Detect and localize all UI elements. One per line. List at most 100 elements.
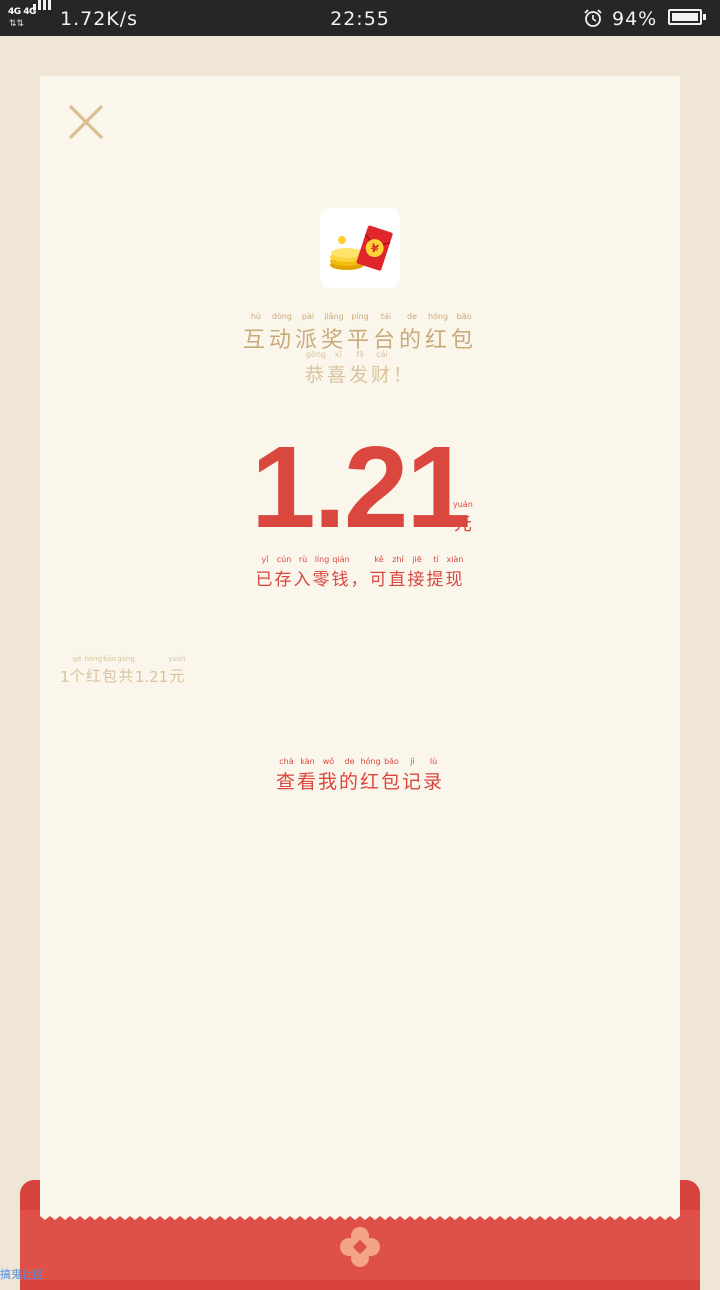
count-char: gè 个 [70, 655, 85, 686]
records-pinyin: wǒ [322, 757, 335, 766]
count-pinyin: yuán [168, 655, 186, 663]
alarm-icon [583, 8, 603, 32]
close-button[interactable] [65, 101, 107, 143]
records-char: de 的 [339, 757, 360, 794]
subtitle-glyph: ！ [393, 364, 416, 386]
title-char: jiǎng 奖 [321, 312, 347, 354]
amount-unit-pinyin: yuán [453, 500, 473, 509]
saved-glyph: 提 [426, 570, 446, 590]
battery-icon [668, 9, 706, 25]
saved-char: xiàn 现 [446, 555, 465, 590]
saved-char: tí 提 [427, 555, 446, 590]
subtitle-pinyin: gōng [305, 350, 327, 359]
saved-pinyin: jiē [412, 555, 422, 564]
red-envelope-coins-icon: ¥ [320, 208, 400, 288]
subtitle-pinyin: fā [356, 350, 364, 359]
records-pinyin: chá [279, 757, 294, 766]
saved-char: zhí 直 [389, 555, 408, 590]
count-glyph: 红 [85, 667, 101, 685]
records-pinyin: de [344, 757, 355, 766]
records-pinyin: bāo [384, 757, 399, 766]
view-records-link[interactable]: chá 查 kàn 看 wǒ 我 de 的 hóng 红 bāo 包 jì 记 lù 录 [40, 757, 680, 794]
battery-percent: 94% [612, 8, 658, 30]
count-glyph: 1 [60, 668, 70, 686]
title-pinyin: hù [250, 312, 261, 321]
count-char: 1.21 [135, 658, 168, 686]
amount-block: 1.21 yuán 元 [40, 420, 680, 554]
subtitle-char: xǐ 喜 [327, 350, 349, 387]
records-char: lù 录 [423, 757, 444, 794]
count-pinyin: gè [72, 655, 82, 663]
envelope-count-text: 1 gè 个 hóng 红 bāo 包 gòng 共 1.21 yuán 元 [60, 655, 186, 686]
title-pinyin: dòng [271, 312, 292, 321]
close-icon [69, 105, 103, 139]
title-char: de 的 [399, 312, 425, 354]
subtitle-glyph: 喜 [326, 364, 349, 386]
title-char: hóng 红 [425, 312, 451, 354]
saved-glyph: 直 [388, 570, 408, 590]
title-pinyin: hóng [427, 312, 449, 321]
subtitle-char: gōng 恭 [305, 350, 327, 387]
count-glyph: 共 [118, 667, 134, 685]
records-char: wǒ 我 [318, 757, 339, 794]
subtitle-char: fā 发 [349, 350, 371, 387]
saved-glyph: 入 [293, 570, 313, 590]
subtitle-pinyin [393, 350, 415, 359]
platform-title: hù 互 dòng 动 pài 派 jiǎng 奖 píng 平 tái 台 de 的 hóng 红 bāo 包 [40, 312, 680, 354]
saved-pinyin [351, 555, 370, 564]
saved-char: ， [351, 555, 370, 590]
amount-value: 1.21 [251, 422, 471, 552]
records-glyph: 的 [338, 771, 360, 793]
records-pinyin: kàn [300, 757, 315, 766]
amount-unit-char: 元 [453, 514, 472, 535]
saved-char: cún 存 [275, 555, 294, 590]
saved-char: yǐ 已 [256, 555, 275, 590]
saved-pinyin: yǐ [261, 555, 269, 564]
count-char: hóng 红 [85, 655, 103, 686]
saved-glyph: 钱 [331, 570, 351, 590]
records-char: kàn 看 [297, 757, 318, 794]
subtitle-glyph: 恭 [304, 364, 327, 386]
saved-pinyin: qián [332, 555, 350, 564]
count-char: bāo 包 [102, 655, 117, 686]
saved-pinyin: tí [433, 555, 439, 564]
saved-char: kě 可 [370, 555, 389, 590]
saved-pinyin: kě [374, 555, 384, 564]
saved-glyph: 接 [407, 570, 427, 590]
records-glyph: 查 [275, 771, 297, 793]
records-pinyin: lù [429, 757, 438, 766]
count-glyph: 包 [102, 667, 118, 685]
records-char: jì 记 [402, 757, 423, 794]
amount-unit: yuán 元 [453, 500, 473, 536]
count-pinyin [60, 658, 70, 667]
title-pinyin: de [407, 312, 418, 321]
records-char: chá 查 [276, 757, 297, 794]
paper-zigzag-edge [40, 1210, 680, 1220]
subtitle-pinyin: cái [376, 350, 388, 359]
count-pinyin: gòng [117, 655, 135, 663]
subtitle-glyph: 财 [371, 364, 394, 386]
saved-glyph: 零 [312, 570, 332, 590]
saved-glyph: 存 [274, 570, 294, 590]
title-char: dòng 动 [269, 312, 295, 354]
saved-pinyin: líng [314, 555, 330, 564]
subtitle-glyph: 发 [348, 364, 371, 386]
count-char: 1 [60, 658, 70, 686]
records-glyph: 录 [423, 771, 445, 793]
subtitle-char: ！ [393, 350, 415, 387]
title-char: píng 平 [347, 312, 373, 354]
saved-pinyin: zhí [392, 555, 404, 564]
saved-to-wallet-text: yǐ 已 cún 存 rù 入 líng 零 qián 钱 ， kě 可 zhí 直 jiē 接 tí 提 xiàn… [40, 555, 680, 590]
count-glyph: 1.21 [134, 668, 169, 686]
count-glyph: 元 [169, 667, 185, 685]
records-glyph: 看 [296, 771, 318, 793]
title-char: tái 台 [373, 312, 399, 354]
title-char: bāo 包 [451, 312, 477, 354]
saved-glyph: ， [350, 570, 370, 590]
title-char: hù 互 [243, 312, 269, 354]
subtitle-char: cái 财 [371, 350, 393, 387]
subtitle-pinyin: xǐ [334, 350, 342, 359]
records-pinyin: hóng [360, 757, 381, 766]
flower-emblem-icon [339, 1226, 381, 1268]
saved-pinyin: rù [298, 555, 308, 564]
